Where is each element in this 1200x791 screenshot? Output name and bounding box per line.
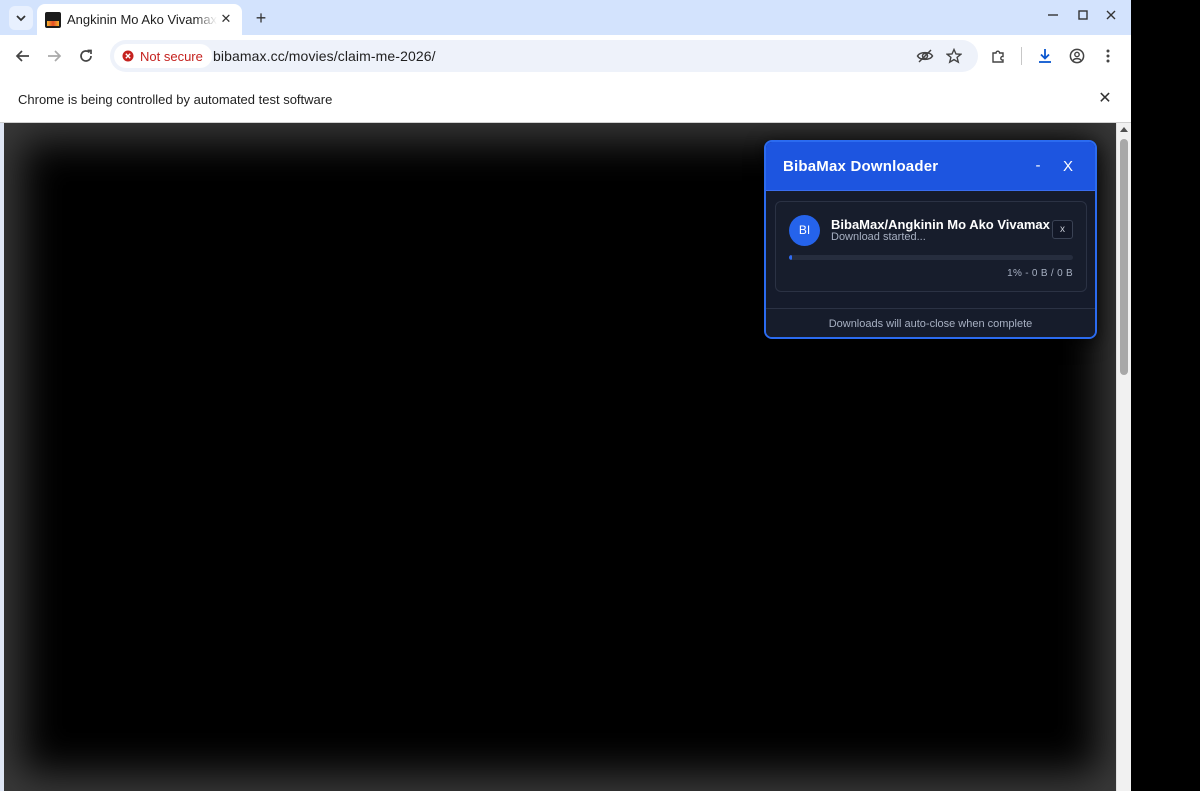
minimize-icon: [1048, 14, 1058, 16]
forward-button[interactable]: [42, 44, 66, 68]
url-text[interactable]: bibamax.cc/movies/claim-me-2026/: [213, 48, 436, 64]
maximize-window-button[interactable]: [1077, 9, 1095, 21]
tab-active[interactable]: Angkinin Mo Ako Vivamax ✕: [37, 4, 242, 35]
browser-window: Angkinin Mo Ako Vivamax ✕ + Not secure b…: [0, 0, 1131, 791]
download-meta: 1% - 0 B / 0 B: [1007, 268, 1073, 279]
scrollbar-thumb[interactable]: [1120, 139, 1128, 375]
security-label: Not secure: [140, 48, 203, 64]
account-circle-icon: [1069, 48, 1085, 64]
warning-circle-icon: [122, 50, 134, 62]
back-button[interactable]: [11, 44, 35, 68]
puzzle-icon: [992, 50, 1004, 63]
tab-close-icon[interactable]: ✕: [218, 11, 234, 27]
downloader-close-button[interactable]: X: [1059, 157, 1077, 177]
automation-infobar: Chrome is being controlled by automated …: [0, 77, 1131, 123]
reload-button[interactable]: [74, 44, 98, 68]
browser-toolbar: Not secure bibamax.cc/movies/claim-me-20…: [0, 35, 1131, 77]
address-bar[interactable]: Not secure bibamax.cc/movies/claim-me-20…: [110, 40, 978, 72]
toolbar-separator: [1021, 47, 1022, 65]
download-progress-fill: [789, 255, 792, 260]
download-avatar: BI: [789, 215, 820, 246]
new-tab-button[interactable]: +: [250, 7, 272, 29]
downloader-header: BibaMax Downloader - X: [766, 142, 1095, 191]
tab-search-button[interactable]: [9, 6, 33, 30]
close-window-button[interactable]: [1105, 9, 1123, 21]
download-status: Download started...: [831, 231, 926, 243]
star-icon: [946, 48, 962, 64]
minimize-window-button[interactable]: [1047, 9, 1065, 21]
maximize-icon: [1078, 10, 1088, 20]
arrow-left-icon: [15, 50, 29, 62]
chevron-down-icon: [16, 15, 26, 22]
kebab-menu-icon: [1106, 49, 1110, 63]
downloader-minimize-button[interactable]: -: [1030, 156, 1046, 176]
infobar-close-icon[interactable]: ✕: [1096, 90, 1114, 108]
close-icon: [1106, 10, 1116, 20]
extensions-button[interactable]: [986, 44, 1010, 68]
downloader-title: BibaMax Downloader: [783, 158, 939, 175]
download-icon: [1039, 49, 1051, 63]
downloader-footer-text: Downloads will auto-close when complete: [828, 318, 1033, 330]
site-favicon-icon: [45, 11, 61, 28]
tab-title: Angkinin Mo Ako Vivamax: [67, 12, 217, 27]
infobar-message: Chrome is being controlled by automated …: [18, 92, 333, 107]
reload-icon: [80, 49, 92, 62]
downloader-footer: Downloads will auto-close when complete: [766, 308, 1095, 337]
arrow-right-icon: [48, 50, 62, 62]
download-progress-bar: [789, 255, 1073, 260]
download-name: BibaMax/Angkinin Mo Ako Vivamax: [831, 217, 1050, 232]
page-scrollbar[interactable]: [1116, 123, 1131, 791]
download-item: BI BibaMax/Angkinin Mo Ako Vivamax Downl…: [775, 201, 1087, 292]
tab-strip: Angkinin Mo Ako Vivamax ✕ +: [0, 0, 1131, 35]
downloads-button[interactable]: [1033, 44, 1057, 68]
desktop-background: [1131, 0, 1200, 791]
scroll-up-arrow-icon[interactable]: [1120, 127, 1128, 132]
site-security-chip[interactable]: Not secure: [114, 44, 212, 68]
profile-button[interactable]: [1065, 44, 1089, 68]
download-item-close-button[interactable]: x: [1052, 220, 1073, 239]
eye-off-icon: [916, 49, 934, 63]
browser-menu-button[interactable]: [1096, 44, 1120, 68]
bookmark-button[interactable]: [943, 45, 965, 67]
downloader-panel: BibaMax Downloader - X BI BibaMax/Angkin…: [764, 140, 1097, 339]
tracking-protection-button[interactable]: [914, 45, 936, 67]
